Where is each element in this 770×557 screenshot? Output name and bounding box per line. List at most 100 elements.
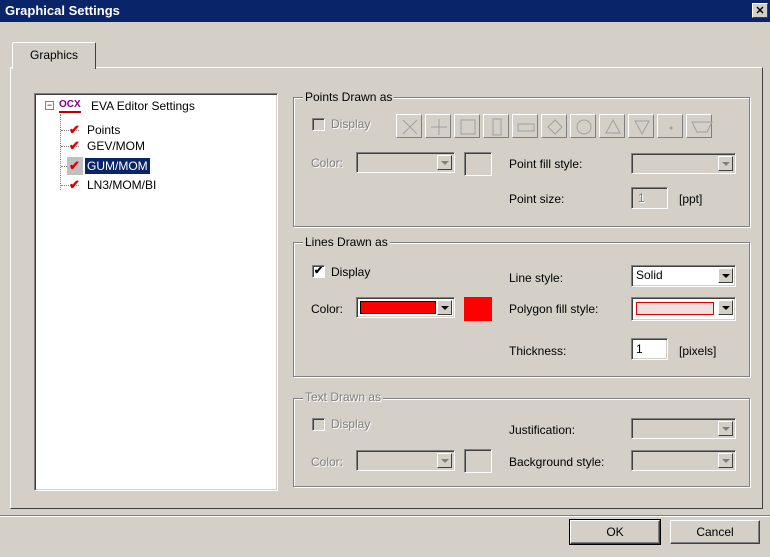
check-icon: ✔: [69, 138, 80, 153]
lines-color-fill: [360, 301, 436, 314]
text-group: [293, 398, 750, 487]
text-color-swatch[interactable]: [464, 449, 492, 473]
line-style-combo[interactable]: Solid: [631, 265, 736, 287]
chevron-down-icon: [722, 162, 730, 166]
dropdown-button[interactable]: [437, 155, 452, 170]
cancel-button[interactable]: Cancel: [670, 520, 760, 544]
background-style-label: Background style:: [509, 455, 605, 469]
check-icon: ✔: [69, 122, 80, 137]
circle-icon: [576, 119, 592, 135]
tree-item-label: GUM/MOM: [85, 158, 150, 174]
chevron-down-icon: [722, 274, 730, 278]
shape-circle-button[interactable]: [570, 114, 596, 138]
cancel-button-label: Cancel: [696, 525, 734, 539]
text-group-title: Text Drawn as: [303, 390, 384, 404]
dropdown-button[interactable]: [718, 421, 733, 436]
square-icon: [460, 119, 476, 135]
check-mark-icon: ✔: [313, 265, 324, 277]
tree-root-label: EVA Editor Settings: [91, 99, 195, 113]
polygon-fill-preview: [636, 302, 714, 315]
ok-button[interactable]: OK: [569, 519, 661, 545]
dropdown-button[interactable]: [718, 453, 733, 468]
point-size-label: Point size:: [509, 192, 565, 206]
background-style-combo[interactable]: [631, 450, 736, 471]
text-color-label: Color:: [311, 455, 344, 469]
shape-tall-rect-button[interactable]: [483, 114, 509, 138]
line-style-value: Solid: [636, 268, 663, 282]
tree-item-label: Points: [87, 123, 121, 137]
dropdown-button[interactable]: [437, 453, 452, 468]
ok-button-label: OK: [606, 525, 624, 539]
thickness-value: 1: [636, 342, 643, 356]
points-group-title: Points Drawn as: [303, 90, 395, 104]
diamond-icon: [547, 119, 563, 135]
title-bar: Graphical Settings: [0, 0, 770, 22]
polygon-fill-style-combo[interactable]: [631, 297, 736, 321]
dropdown-button[interactable]: [718, 300, 733, 315]
tree-item-label: LN3/MOM/BI: [87, 178, 157, 192]
tree-item-label: GEV/MOM: [87, 139, 146, 153]
chevron-down-icon: [722, 427, 730, 431]
dropdown-button[interactable]: [437, 300, 452, 315]
dropdown-button[interactable]: [718, 156, 733, 171]
lines-color-combo[interactable]: [356, 297, 455, 318]
point-size-value: 1: [638, 191, 645, 205]
points-color-swatch[interactable]: [464, 152, 492, 176]
tab-graphics-label: Graphics: [29, 48, 79, 62]
points-color-combo[interactable]: [356, 152, 455, 173]
text-color-combo[interactable]: [356, 450, 455, 471]
lines-display-checkbox[interactable]: ✔: [312, 265, 325, 278]
chevron-down-icon: [441, 459, 449, 463]
point-size-unit: [ppt]: [679, 192, 703, 206]
shape-plus-button[interactable]: [425, 114, 451, 138]
lines-display-label: Display: [331, 265, 371, 279]
line-style-label: Line style:: [509, 271, 564, 285]
dot-icon: [669, 126, 673, 130]
thickness-label: Thickness:: [509, 344, 567, 358]
chevron-down-icon: [722, 459, 730, 463]
shape-diamond-button[interactable]: [541, 114, 567, 138]
close-icon: ✕: [755, 5, 765, 17]
justification-combo[interactable]: [631, 418, 736, 439]
chevron-down-icon: [722, 306, 730, 310]
separator: [0, 516, 770, 517]
text-display-checkbox[interactable]: [312, 418, 325, 431]
triangle-down-icon: [634, 120, 650, 136]
shape-wide-rect-button[interactable]: [512, 114, 538, 138]
settings-tree[interactable]: − OCX EVA Editor Settings ✔ Points ✔ GEV…: [34, 93, 278, 491]
shape-trapezoid-button[interactable]: [686, 114, 713, 138]
window-title: Graphical Settings: [5, 3, 120, 18]
check-icon: ✔: [69, 158, 80, 173]
tab-graphics[interactable]: Graphics: [12, 42, 96, 69]
tree-connector: [60, 114, 61, 190]
shape-triangle-up-button[interactable]: [599, 114, 625, 138]
tall-rect-icon: [492, 118, 502, 136]
polygon-fill-style-label: Polygon fill style:: [509, 302, 599, 316]
shape-x-cross-button[interactable]: [396, 114, 422, 138]
thickness-input[interactable]: 1: [631, 338, 668, 360]
lines-color-label: Color:: [311, 302, 344, 316]
ocx-icon: OCX: [59, 98, 81, 113]
points-display-label: Display: [331, 117, 371, 131]
chevron-down-icon: [441, 161, 449, 165]
shape-square-button[interactable]: [454, 114, 480, 138]
shape-dot-button[interactable]: [657, 114, 683, 138]
tree-expander-icon[interactable]: −: [45, 101, 54, 110]
point-fill-style-label: Point fill style:: [509, 157, 583, 171]
justification-label: Justification:: [509, 423, 576, 437]
chevron-down-icon: [441, 306, 449, 310]
check-icon: ✔: [69, 177, 80, 192]
points-display-checkbox[interactable]: [312, 118, 325, 131]
x-cross-icon: [402, 119, 418, 135]
point-fill-style-combo[interactable]: [631, 153, 736, 174]
shape-triangle-down-button[interactable]: [628, 114, 654, 138]
lines-group-title: Lines Drawn as: [303, 235, 390, 249]
points-color-label: Color:: [311, 156, 344, 170]
point-size-input[interactable]: 1: [631, 187, 668, 209]
wide-rect-icon: [517, 123, 535, 132]
dropdown-button[interactable]: [718, 268, 733, 283]
lines-color-swatch[interactable]: [464, 297, 492, 321]
close-button[interactable]: ✕: [752, 3, 768, 18]
trapezoid-icon: [691, 121, 713, 133]
thickness-unit: [pixels]: [679, 344, 717, 358]
